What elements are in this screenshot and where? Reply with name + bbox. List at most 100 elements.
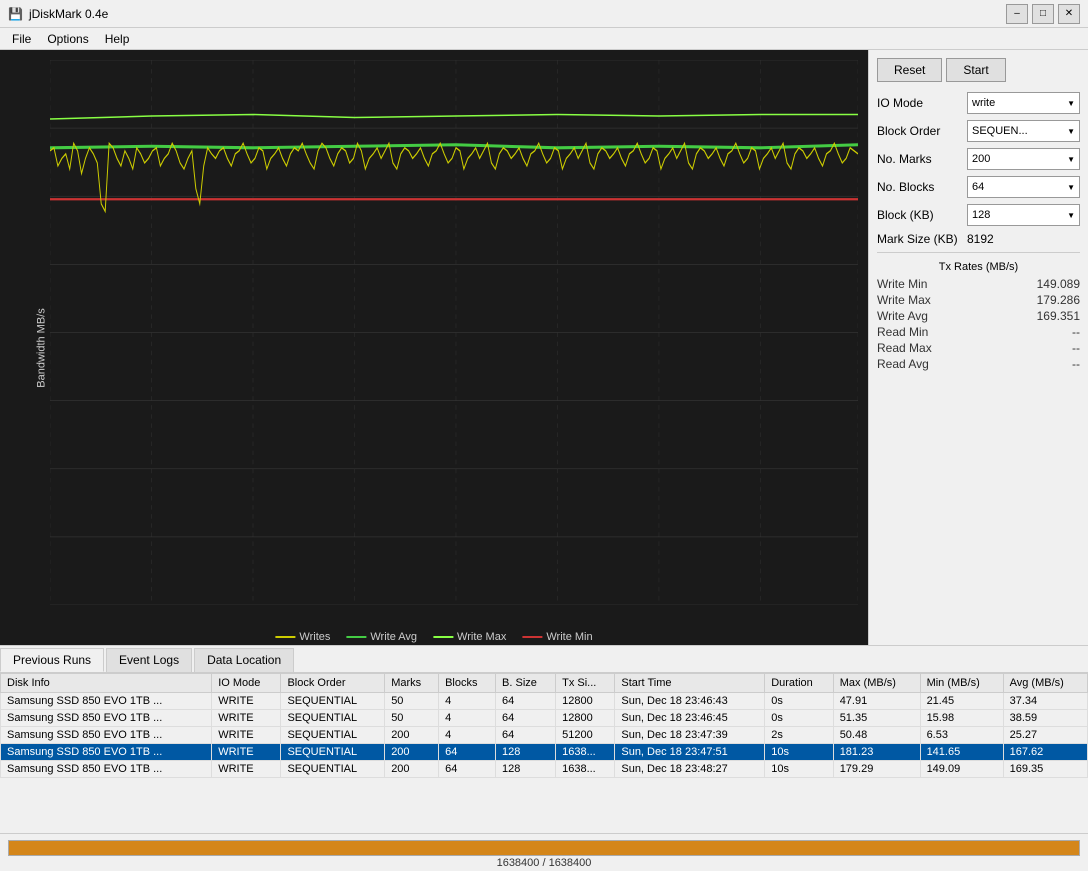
table-cell: SEQUENTIAL bbox=[281, 693, 385, 710]
table-row[interactable]: Samsung SSD 850 EVO 1TB ...WRITESEQUENTI… bbox=[1, 727, 1088, 744]
table-cell: 169.35 bbox=[1003, 761, 1087, 778]
table-cell: Sun, Dec 18 23:46:45 bbox=[615, 710, 765, 727]
chart-area: Bandwidth MB/s 0 25 bbox=[0, 50, 868, 645]
progress-bar-inner bbox=[9, 841, 1079, 855]
col-duration: Duration bbox=[765, 674, 833, 693]
table-cell: 0s bbox=[765, 693, 833, 710]
no-blocks-row: No. Blocks 64 ▼ bbox=[877, 176, 1080, 198]
block-kb-select[interactable]: 128 ▼ bbox=[967, 204, 1080, 226]
no-blocks-label: No. Blocks bbox=[877, 180, 967, 194]
mark-size-row: Mark Size (KB) 8192 bbox=[877, 232, 1080, 246]
table-cell: 10s bbox=[765, 744, 833, 761]
table-cell: 64 bbox=[496, 727, 556, 744]
block-order-select[interactable]: SEQUEN... ▼ bbox=[967, 120, 1080, 142]
block-order-dropdown-icon: ▼ bbox=[1067, 127, 1075, 136]
start-button[interactable]: Start bbox=[946, 58, 1005, 82]
table-cell: 25.27 bbox=[1003, 727, 1087, 744]
progress-label: 1638400 / 1638400 bbox=[9, 855, 1079, 871]
tab-bar: Previous Runs Event Logs Data Location bbox=[0, 646, 1088, 673]
table-cell: 64 bbox=[496, 710, 556, 727]
col-blocks: Blocks bbox=[439, 674, 496, 693]
read-avg-label: Read Avg bbox=[877, 357, 929, 371]
table-cell: SEQUENTIAL bbox=[281, 710, 385, 727]
table-cell: 4 bbox=[439, 693, 496, 710]
legend-write-avg-label: Write Avg bbox=[370, 631, 417, 643]
read-min-label: Read Min bbox=[877, 325, 928, 339]
table-cell: 128 bbox=[496, 761, 556, 778]
table-cell: 64 bbox=[439, 761, 496, 778]
divider-1 bbox=[877, 252, 1080, 253]
read-max-value: -- bbox=[1072, 341, 1080, 355]
write-avg-value: 169.351 bbox=[1037, 309, 1080, 323]
no-marks-dropdown-icon: ▼ bbox=[1067, 155, 1075, 164]
block-order-value: SEQUEN... bbox=[972, 125, 1028, 137]
legend-write-min: Write Min bbox=[522, 631, 592, 643]
read-max-row: Read Max -- bbox=[877, 341, 1080, 355]
close-button[interactable]: ✕ bbox=[1058, 4, 1080, 24]
read-avg-row: Read Avg -- bbox=[877, 357, 1080, 371]
action-buttons: Reset Start bbox=[877, 58, 1080, 82]
table-row[interactable]: Samsung SSD 850 EVO 1TB ...WRITESEQUENTI… bbox=[1, 710, 1088, 727]
table-cell: Samsung SSD 850 EVO 1TB ... bbox=[1, 693, 212, 710]
mark-size-value: 8192 bbox=[967, 232, 994, 246]
table-cell: 200 bbox=[385, 761, 439, 778]
tab-event-logs[interactable]: Event Logs bbox=[106, 648, 192, 672]
col-marks: Marks bbox=[385, 674, 439, 693]
legend-write-max-label: Write Max bbox=[457, 631, 506, 643]
legend-writes-label: Writes bbox=[299, 631, 330, 643]
col-start-time: Start Time bbox=[615, 674, 765, 693]
no-marks-row: No. Marks 200 ▼ bbox=[877, 148, 1080, 170]
progress-bar-outer: 1638400 / 1638400 bbox=[8, 840, 1080, 856]
no-blocks-select[interactable]: 64 ▼ bbox=[967, 176, 1080, 198]
app-icon: 💾 bbox=[8, 7, 23, 21]
table-cell: 141.65 bbox=[920, 744, 1003, 761]
table-row[interactable]: Samsung SSD 850 EVO 1TB ...WRITESEQUENTI… bbox=[1, 693, 1088, 710]
table-cell: 4 bbox=[439, 727, 496, 744]
no-blocks-value: 64 bbox=[972, 181, 984, 193]
menu-options[interactable]: Options bbox=[39, 30, 96, 47]
write-max-line-icon bbox=[433, 636, 453, 638]
menu-file[interactable]: File bbox=[4, 30, 39, 47]
col-b-size: B. Size bbox=[496, 674, 556, 693]
table-cell: 10s bbox=[765, 761, 833, 778]
table-cell: Samsung SSD 850 EVO 1TB ... bbox=[1, 761, 212, 778]
tx-rates-title: Tx Rates (MB/s) bbox=[877, 261, 1080, 273]
table-cell: 6.53 bbox=[920, 727, 1003, 744]
col-block-order: Block Order bbox=[281, 674, 385, 693]
table-row[interactable]: Samsung SSD 850 EVO 1TB ...WRITESEQUENTI… bbox=[1, 761, 1088, 778]
col-tx-size: Tx Si... bbox=[556, 674, 615, 693]
table-cell: Samsung SSD 850 EVO 1TB ... bbox=[1, 744, 212, 761]
write-avg-label: Write Avg bbox=[877, 309, 928, 323]
block-kb-value: 128 bbox=[972, 209, 990, 221]
table-cell: WRITE bbox=[212, 727, 281, 744]
previous-runs-table-container: Disk Info IO Mode Block Order Marks Bloc… bbox=[0, 673, 1088, 833]
table-cell: SEQUENTIAL bbox=[281, 727, 385, 744]
write-max-value: 179.286 bbox=[1037, 293, 1080, 307]
reset-button[interactable]: Reset bbox=[877, 58, 942, 82]
table-cell: 12800 bbox=[556, 710, 615, 727]
read-max-label: Read Max bbox=[877, 341, 932, 355]
io-mode-select[interactable]: write ▼ bbox=[967, 92, 1080, 114]
table-cell: Samsung SSD 850 EVO 1TB ... bbox=[1, 710, 212, 727]
table-cell: Sun, Dec 18 23:47:51 bbox=[615, 744, 765, 761]
table-cell: 51.35 bbox=[833, 710, 920, 727]
y-axis-label: Bandwidth MB/s bbox=[36, 308, 48, 387]
read-min-row: Read Min -- bbox=[877, 325, 1080, 339]
col-io-mode: IO Mode bbox=[212, 674, 281, 693]
read-min-value: -- bbox=[1072, 325, 1080, 339]
table-cell: 179.29 bbox=[833, 761, 920, 778]
minimize-button[interactable]: – bbox=[1006, 4, 1028, 24]
table-row[interactable]: Samsung SSD 850 EVO 1TB ...WRITESEQUENTI… bbox=[1, 744, 1088, 761]
maximize-button[interactable]: □ bbox=[1032, 4, 1054, 24]
menu-help[interactable]: Help bbox=[97, 30, 138, 47]
tab-data-location[interactable]: Data Location bbox=[194, 648, 294, 672]
table-cell: WRITE bbox=[212, 710, 281, 727]
right-panel: Reset Start IO Mode write ▼ Block Order … bbox=[868, 50, 1088, 645]
no-marks-select[interactable]: 200 ▼ bbox=[967, 148, 1080, 170]
table-cell: 50 bbox=[385, 693, 439, 710]
table-cell: 181.23 bbox=[833, 744, 920, 761]
title-bar: 💾 jDiskMark 0.4e – □ ✕ bbox=[0, 0, 1088, 28]
app-title: jDiskMark 0.4e bbox=[29, 7, 108, 21]
tab-previous-runs[interactable]: Previous Runs bbox=[0, 648, 104, 672]
legend-write-max: Write Max bbox=[433, 631, 506, 643]
